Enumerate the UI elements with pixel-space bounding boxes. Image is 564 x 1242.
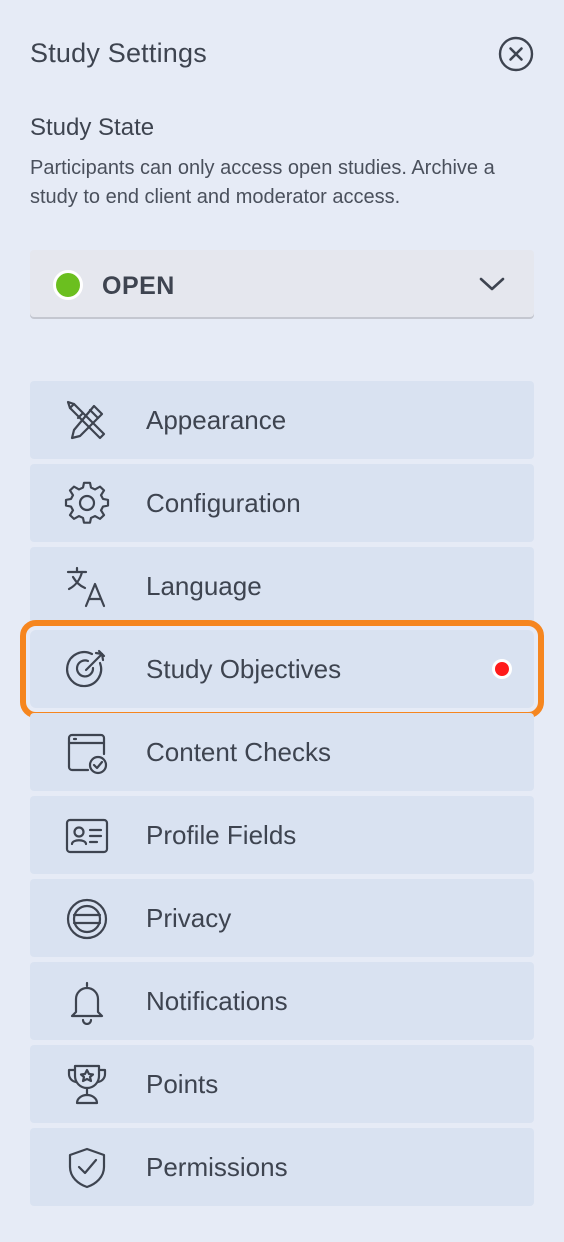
study-state-title: Study State <box>30 114 155 141</box>
study-state-dropdown[interactable]: OPEN <box>30 250 534 317</box>
menu-item-configuration[interactable]: Configuration <box>30 464 534 542</box>
menu-item-content-checks[interactable]: Content Checks <box>30 713 534 791</box>
shield-check-icon <box>64 1145 110 1191</box>
menu-item-label: Configuration <box>146 488 301 518</box>
header: Study Settings <box>30 36 534 76</box>
menu-item-label: Profile Fields <box>146 820 297 850</box>
menu-item-label: Language <box>146 571 262 601</box>
menu-item-profile-fields[interactable]: Profile Fields <box>30 796 534 874</box>
translate-icon <box>64 564 110 610</box>
menu-item-label: Permissions <box>146 1152 288 1182</box>
brush-pencil-icon <box>64 398 110 444</box>
gear-icon <box>64 481 110 527</box>
menu-item-notifications[interactable]: Notifications <box>30 962 534 1040</box>
close-circle-icon[interactable] <box>498 36 534 72</box>
target-icon <box>64 647 110 693</box>
settings-menu: Appearance Configuration Language Study … <box>20 381 544 1211</box>
menu-item-label: Content Checks <box>146 737 331 767</box>
study-state-description: Participants can only access open studie… <box>30 157 495 208</box>
privacy-icon <box>64 896 110 942</box>
page-title: Study Settings <box>30 38 207 68</box>
chevron-down-icon <box>479 277 505 291</box>
menu-item-permissions[interactable]: Permissions <box>30 1128 534 1206</box>
menu-item-label: Appearance <box>146 405 287 435</box>
menu-item-language[interactable]: Language <box>30 547 534 625</box>
id-card-icon <box>64 813 110 859</box>
menu-item-study-objectives[interactable]: Study Objectives <box>20 620 544 718</box>
close-button[interactable] <box>498 36 534 72</box>
trophy-star-icon <box>64 1062 110 1108</box>
calendar-check-icon <box>64 730 110 776</box>
menu-item-label: Notifications <box>146 986 288 1016</box>
menu-item-privacy[interactable]: Privacy <box>30 879 534 957</box>
bell-icon <box>64 979 110 1026</box>
study-state-value: OPEN <box>102 272 175 300</box>
notification-dot <box>492 659 512 679</box>
menu-item-appearance[interactable]: Appearance <box>30 381 534 459</box>
menu-item-label: Privacy <box>146 903 232 933</box>
menu-item-points[interactable]: Points <box>30 1045 534 1123</box>
menu-item-label: Points <box>146 1069 219 1099</box>
menu-item-label: Study Objectives <box>146 654 342 684</box>
status-indicator <box>53 270 83 300</box>
